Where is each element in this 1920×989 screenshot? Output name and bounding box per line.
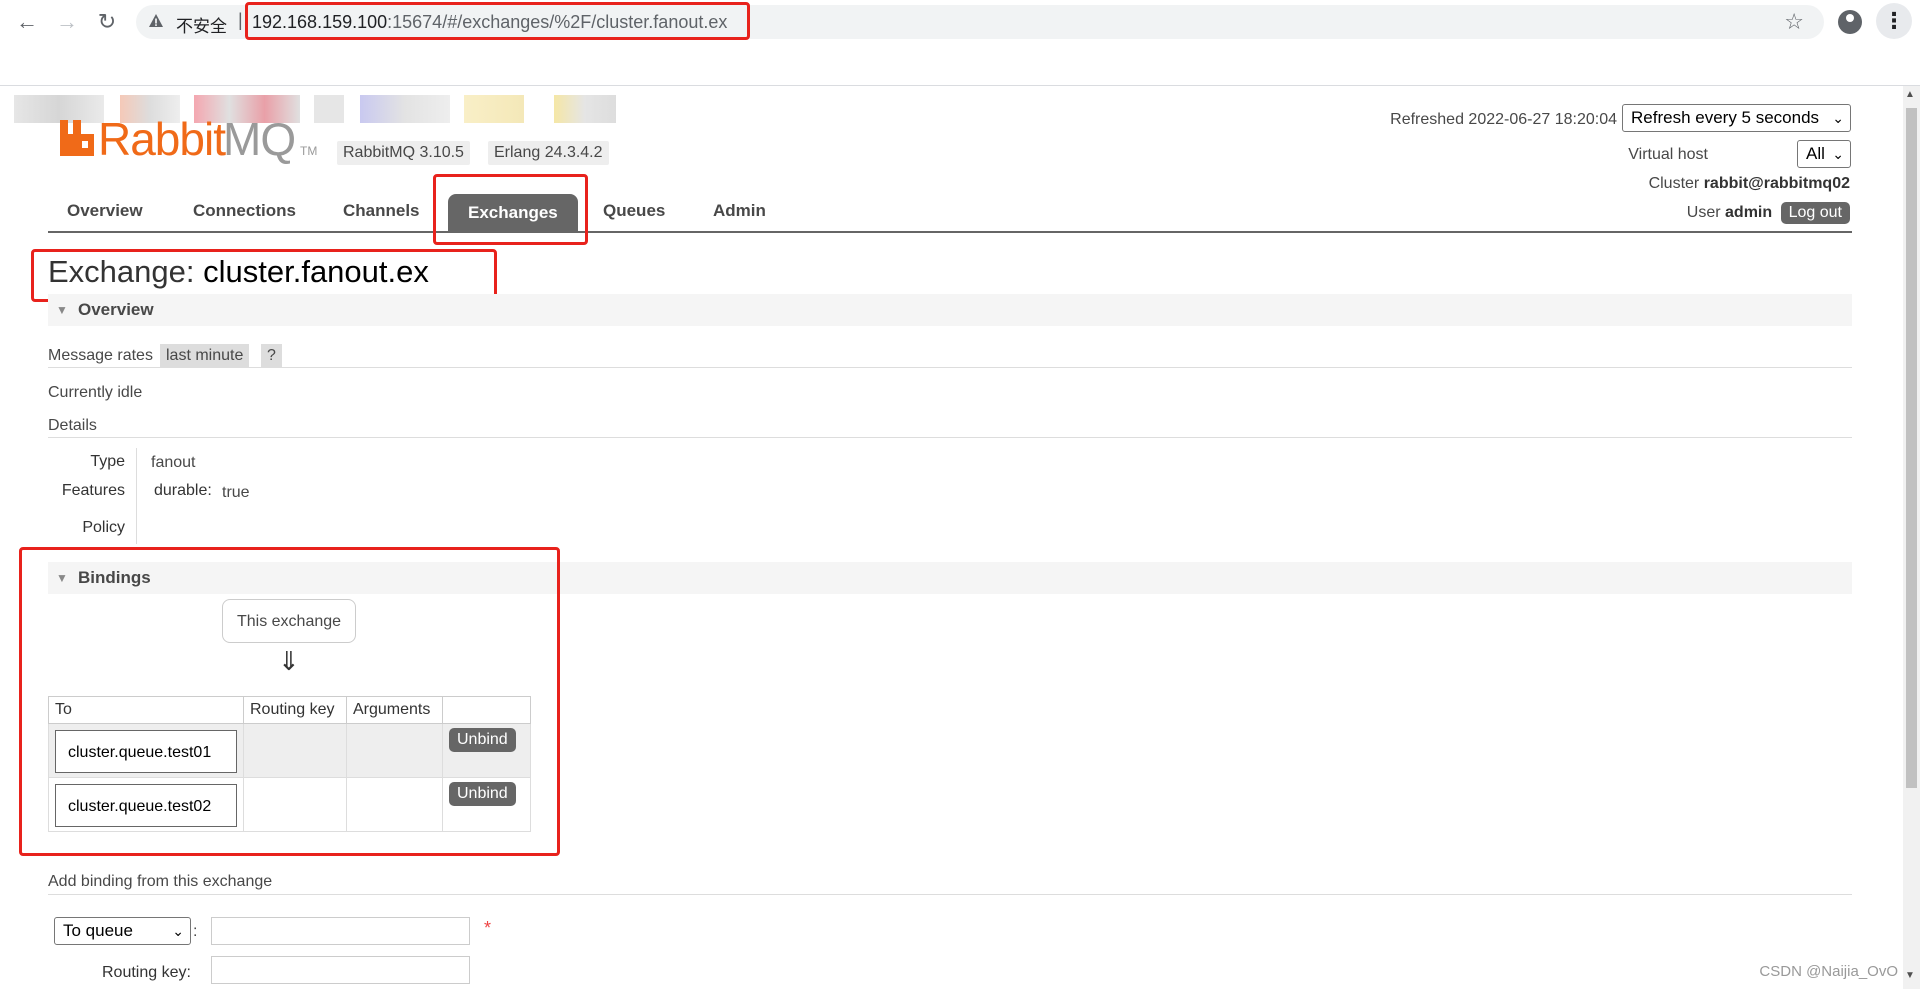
idle-status: Currently idle <box>48 384 143 401</box>
help-button[interactable]: ? <box>261 344 282 368</box>
divider <box>48 367 1852 368</box>
exchanges-tab-highlight-box <box>433 174 588 245</box>
divider <box>48 437 1852 438</box>
logo-text-mq: MQ <box>223 113 296 165</box>
insecure-label: 不安全 <box>176 17 227 36</box>
rabbitmq-version-badge: RabbitMQ 3.10.5 <box>337 141 470 165</box>
rabbitmq-logo-icon <box>60 120 94 156</box>
tab-admin[interactable]: Admin <box>713 201 766 221</box>
watermark: CSDN @Naijia_OvO <box>1759 963 1898 980</box>
details-heading: Details <box>48 417 97 434</box>
overview-section-header[interactable]: ▼ Overview <box>48 294 1852 326</box>
policy-label: Policy <box>82 519 125 536</box>
refresh-interval-value: Refresh every 5 seconds <box>1631 108 1820 127</box>
routing-key-input[interactable] <box>211 956 470 984</box>
bindings-highlight-box <box>19 547 560 856</box>
bookmarks-bar <box>0 45 1920 123</box>
tab-connections[interactable]: Connections <box>193 201 296 221</box>
add-binding-heading: Add binding from this exchange <box>48 873 273 890</box>
required-mark: * <box>484 918 492 938</box>
scroll-down-arrow-icon[interactable]: ▼ <box>1905 970 1915 981</box>
profile-icon[interactable] <box>1838 10 1862 34</box>
binding-destination-type-select[interactable]: To queue ⌄ <box>54 917 191 945</box>
main-nav-tabs: Overview Connections Channels Exchanges … <box>48 194 1852 233</box>
bookmark-item[interactable] <box>14 95 104 123</box>
refresh-interval-select[interactable]: Refresh every 5 seconds ⌄ <box>1622 104 1851 132</box>
reload-icon[interactable]: ↻ <box>93 8 121 36</box>
colon-label: : <box>193 923 198 940</box>
tab-queues[interactable]: Queues <box>603 201 665 221</box>
destination-name-input[interactable] <box>211 917 470 945</box>
cluster-name: rabbit@rabbitmq02 <box>1703 175 1850 192</box>
tab-overview[interactable]: Overview <box>67 201 143 221</box>
details-divider <box>136 448 137 544</box>
bookmark-star-icon[interactable]: ☆ <box>1784 9 1804 35</box>
browser-toolbar: ← → ↻ 不安全 | 192.168.159.100:15674/#/exch… <box>0 0 1920 45</box>
back-icon[interactable]: ← <box>13 8 41 36</box>
bookmark-item[interactable] <box>464 95 524 123</box>
message-rates-period-button[interactable]: last minute <box>160 344 250 368</box>
scrollbar-thumb[interactable] <box>1906 108 1917 788</box>
overview-section-label: Overview <box>78 300 154 319</box>
bookmark-item[interactable] <box>554 95 616 123</box>
chevron-down-icon: ⌄ <box>1832 110 1844 126</box>
chevron-down-icon: ⌄ <box>1832 146 1844 162</box>
bookmark-item[interactable] <box>314 95 344 123</box>
browser-menu-icon[interactable]: ⋮ <box>1876 3 1912 39</box>
logo-text-rabbit: Rabbit <box>98 113 226 165</box>
cluster-label: Cluster <box>1648 175 1700 192</box>
destination-type-value: To queue <box>63 921 133 940</box>
virtual-host-select[interactable]: All ⌄ <box>1797 140 1851 168</box>
virtual-host-label: Virtual host <box>1628 146 1708 163</box>
type-label: Type <box>90 453 125 470</box>
virtual-host-value: All <box>1806 144 1825 163</box>
url-separator: | <box>238 10 243 30</box>
type-value: fanout <box>151 454 196 471</box>
collapse-triangle-icon: ▼ <box>56 303 68 317</box>
features-label: Features <box>61 482 125 499</box>
logo-trademark: TM <box>300 144 318 158</box>
refreshed-timestamp: Refreshed 2022-06-27 18:20:04 <box>1390 111 1617 128</box>
message-rates-label: Message rates <box>48 347 153 364</box>
durable-value: true <box>222 484 250 501</box>
url-highlight-box <box>245 2 750 40</box>
forward-icon[interactable]: → <box>53 8 81 36</box>
tab-channels[interactable]: Channels <box>343 201 420 221</box>
warning-icon[interactable] <box>148 13 164 29</box>
scroll-up-arrow-icon[interactable]: ▲ <box>1905 89 1915 100</box>
chevron-down-icon: ⌄ <box>172 923 184 939</box>
durable-key: durable: <box>154 482 212 499</box>
erlang-version-badge: Erlang 24.3.4.2 <box>488 141 609 165</box>
routing-key-label: Routing key: <box>102 964 191 981</box>
bookmark-item[interactable] <box>360 95 450 123</box>
divider <box>48 894 1852 895</box>
cluster-info: Cluster rabbit@rabbitmq02 <box>1649 175 1850 193</box>
